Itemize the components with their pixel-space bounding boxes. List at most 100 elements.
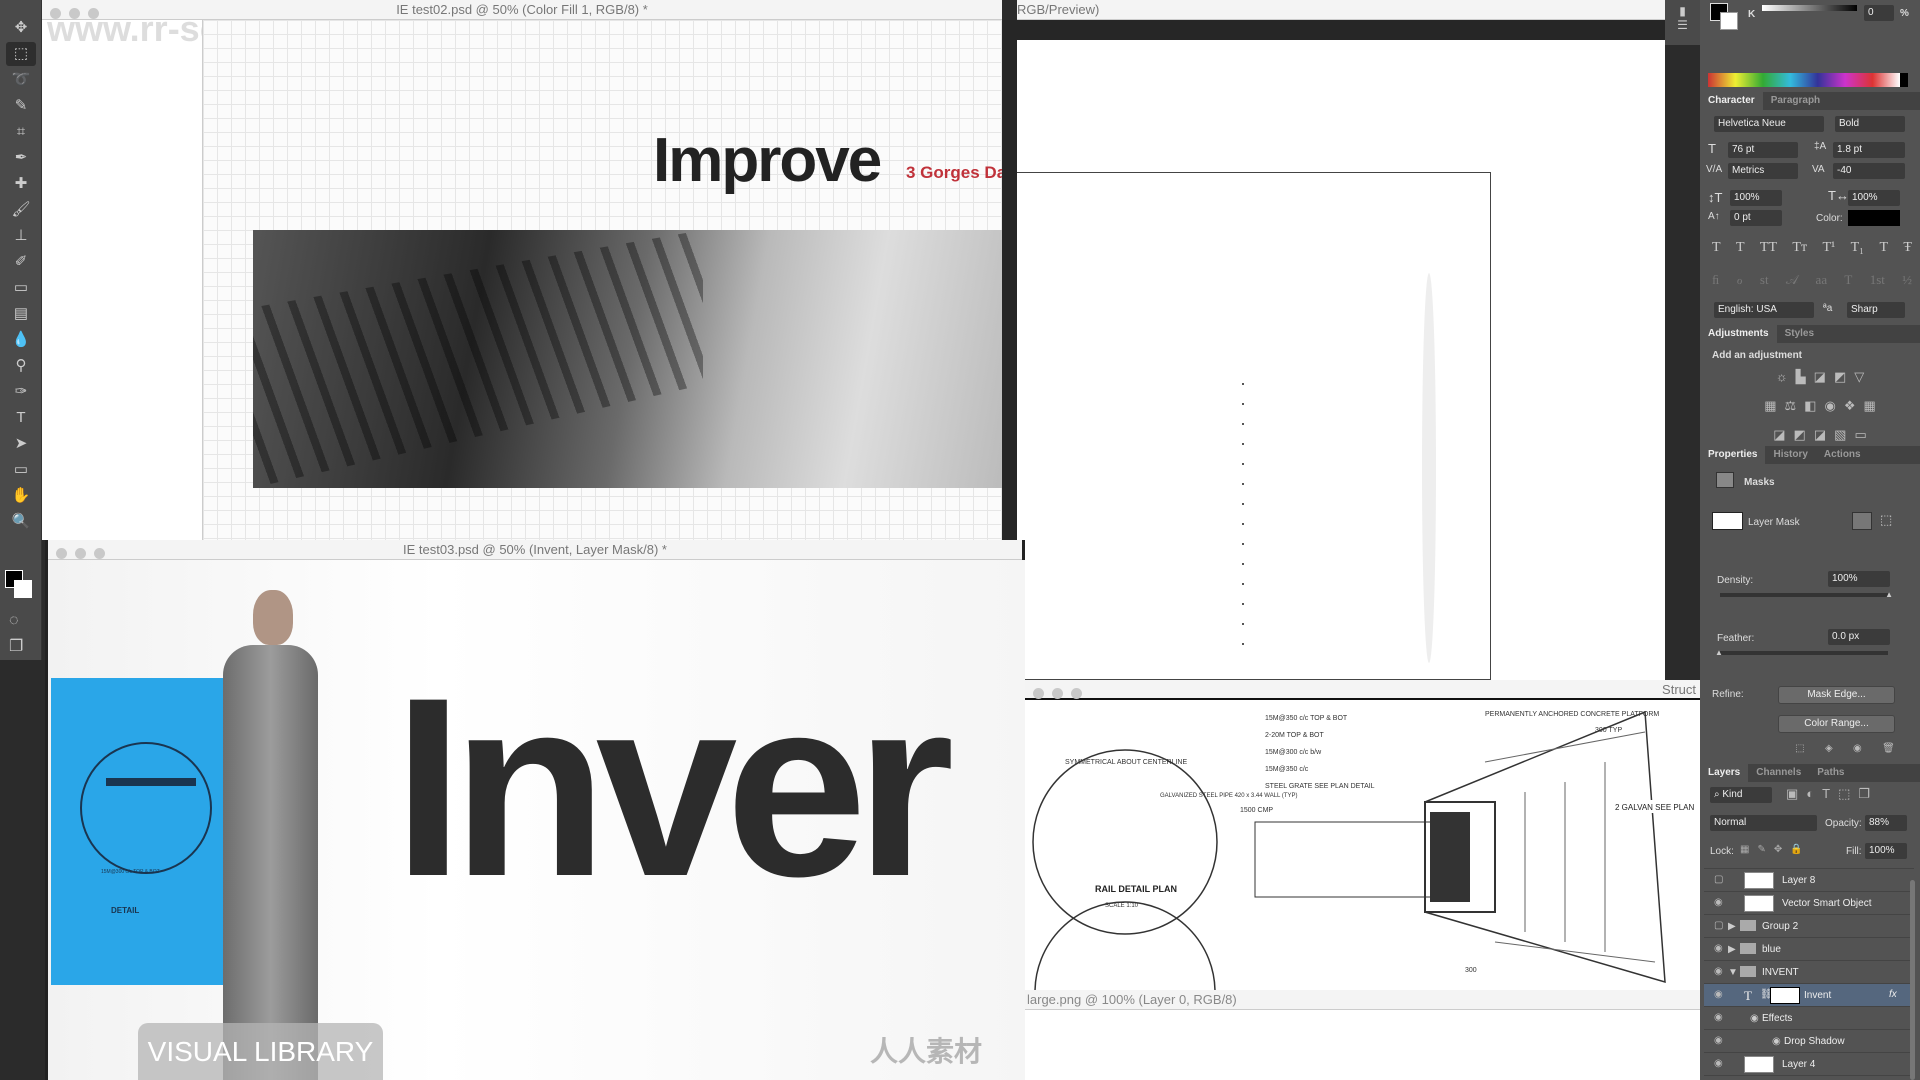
brush-icon[interactable]: 🖌 [6, 198, 36, 222]
fx-icon[interactable]: fx [1889, 989, 1897, 1000]
gradient-icon[interactable]: ▤ [6, 302, 36, 326]
anti-alias-select[interactable]: Sharp [1847, 302, 1905, 318]
exposure-icon[interactable]: ◩ [1834, 363, 1846, 390]
tab-history[interactable]: History [1765, 446, 1815, 464]
mask-thumbnail[interactable] [1712, 512, 1743, 530]
trash-icon[interactable]: 🗑 [1882, 743, 1895, 754]
opacity-field[interactable]: 88% [1865, 815, 1907, 831]
font-size-field[interactable]: 76 pt [1728, 142, 1798, 158]
k-value[interactable]: 0 [1864, 5, 1894, 21]
eyedropper-icon[interactable]: ✒ [6, 146, 36, 170]
lasso-icon[interactable]: ➰ [6, 68, 36, 92]
gradient-map-icon[interactable]: ▧ [1834, 421, 1846, 448]
type-style-button[interactable]: T [1736, 240, 1745, 256]
tab-character[interactable]: Character [1700, 92, 1763, 110]
eye-icon[interactable]: ◉ [1772, 1036, 1781, 1047]
move-icon[interactable]: ✥ [6, 16, 36, 40]
adjust-filter-icon[interactable]: ◐ [1806, 786, 1814, 801]
lookup-icon[interactable]: ▦ [1863, 392, 1875, 419]
quick-select-icon[interactable]: ✎ [6, 94, 36, 118]
layer-row[interactable]: ▢ Layer 8 [1704, 869, 1914, 892]
layer-row[interactable]: ◉ Layer 4 [1704, 1053, 1914, 1076]
visibility-icon[interactable]: ◉ [1853, 743, 1862, 754]
type-style-button[interactable]: Tт [1792, 240, 1807, 256]
layer-row[interactable]: ◉ ▼ INVENT [1704, 961, 1914, 984]
brightness-icon[interactable]: ☼ [1776, 363, 1788, 390]
tab-actions[interactable]: Actions [1816, 446, 1869, 464]
background-color[interactable] [1720, 12, 1738, 30]
eye-icon[interactable]: ◉ [1714, 897, 1723, 908]
zoom-icon[interactable]: 🔍 [6, 510, 36, 534]
history-brush-icon[interactable]: ✐ [6, 250, 36, 274]
horizontal-scale-field[interactable]: 100% [1848, 190, 1900, 206]
color-ramp[interactable] [1708, 73, 1908, 87]
layer-row[interactable]: ◉ ◉ Effects [1704, 1007, 1914, 1030]
density-field[interactable]: 100% [1828, 571, 1890, 587]
eye-icon[interactable]: ◉ [1714, 989, 1723, 1000]
chevron-down-icon[interactable]: ▼ [1728, 967, 1738, 978]
vertical-scale-field[interactable]: 100% [1730, 190, 1782, 206]
color-balance-icon[interactable]: ⚖ [1785, 392, 1797, 419]
eye-icon[interactable]: ◉ [1714, 1058, 1723, 1069]
fill-field[interactable]: 100% [1865, 843, 1907, 859]
tab-paths[interactable]: Paths [1809, 764, 1852, 782]
opentype-button[interactable]: 1st [1870, 272, 1885, 288]
background-swatch[interactable] [14, 580, 32, 598]
dodge-icon[interactable]: ⚲ [6, 354, 36, 378]
eye-icon[interactable]: ◉ [1714, 1035, 1723, 1046]
crop-icon[interactable]: ⌗ [6, 120, 36, 144]
density-slider[interactable]: ▲ [1720, 590, 1893, 599]
stamp-icon[interactable]: ⊥ [6, 224, 36, 248]
layer-row[interactable]: ◉ Vector Smart Object [1704, 892, 1914, 915]
vector-mask-button[interactable]: ⬚ [1880, 512, 1892, 528]
opentype-button[interactable]: aa [1816, 272, 1828, 288]
image-filter-icon[interactable]: ▣ [1786, 786, 1798, 802]
opentype-button[interactable]: ﬁ [1712, 272, 1719, 288]
eye-icon[interactable]: ◉ [1714, 1012, 1723, 1023]
blend-mode-select[interactable]: Normal [1710, 815, 1817, 831]
hand-icon[interactable]: ✋ [6, 484, 36, 508]
type-style-button[interactable]: TT [1760, 240, 1777, 256]
brush-presets-icon[interactable]: ☰ [1665, 18, 1700, 32]
engineering-drawing[interactable]: 15M@350 c/c TOP & BOT 2-20M TOP & BOT 15… [1025, 702, 1700, 990]
eye-icon[interactable]: ◉ [1714, 943, 1723, 954]
photo-filter-icon[interactable]: ◉ [1824, 392, 1835, 419]
visibility-off-icon[interactable]: ▢ [1714, 874, 1723, 885]
opentype-button[interactable]: ℴ [1737, 272, 1743, 288]
feather-slider[interactable]: ▲ [1715, 648, 1888, 657]
layer-row[interactable]: ◉ ▶ blue [1704, 938, 1914, 961]
type-filter-icon[interactable]: T [1822, 786, 1830, 801]
posterize-icon[interactable]: ◩ [1794, 421, 1806, 448]
font-style-select[interactable]: Bold [1835, 116, 1905, 132]
type-style-button[interactable]: Ŧ [1903, 240, 1912, 256]
type-icon[interactable]: T [6, 406, 36, 430]
layer-row[interactable]: ◉ ◉ Drop Shadow [1704, 1030, 1914, 1053]
hue-icon[interactable]: ▦ [1764, 392, 1776, 419]
canvas-frame[interactable] [1017, 172, 1491, 680]
bw-icon[interactable]: ◧ [1804, 392, 1816, 419]
eraser-icon[interactable]: ▭ [6, 276, 36, 300]
tracking-field[interactable]: -40 [1833, 163, 1905, 179]
blur-icon[interactable]: 💧 [6, 328, 36, 352]
opentype-button[interactable]: 𝒜 [1786, 272, 1798, 288]
text-color-swatch[interactable] [1848, 210, 1900, 226]
quick-mask-icon[interactable]: ◌ [9, 612, 19, 630]
curves-icon[interactable]: ◪ [1814, 363, 1826, 390]
layer-filter-select[interactable]: ⌕ Kind [1710, 787, 1772, 803]
baseline-shift-field[interactable]: 0 pt [1730, 210, 1782, 226]
k-slider[interactable] [1762, 5, 1857, 11]
opentype-button[interactable]: T [1844, 272, 1852, 288]
type-style-button[interactable]: T¹ [1822, 240, 1835, 256]
visibility-off-icon[interactable]: ▢ [1714, 920, 1723, 931]
font-family-select[interactable]: Helvetica Neue [1714, 116, 1824, 132]
leading-field[interactable]: 1.8 pt [1833, 142, 1905, 158]
chevron-right-icon[interactable]: ▶ [1728, 944, 1736, 955]
vibrance-icon[interactable]: ▽ [1854, 363, 1864, 390]
rectangle-icon[interactable]: ▭ [6, 458, 36, 482]
color-range-button[interactable]: Color Range... [1778, 715, 1895, 733]
feather-field[interactable]: 0.0 px [1828, 629, 1890, 645]
healing-icon[interactable]: ✚ [6, 172, 36, 196]
layer-mask-thumbnail[interactable] [1770, 987, 1800, 1004]
screen-mode-icon[interactable]: ❐ [9, 636, 23, 656]
levels-icon[interactable]: ▙ [1796, 363, 1806, 390]
